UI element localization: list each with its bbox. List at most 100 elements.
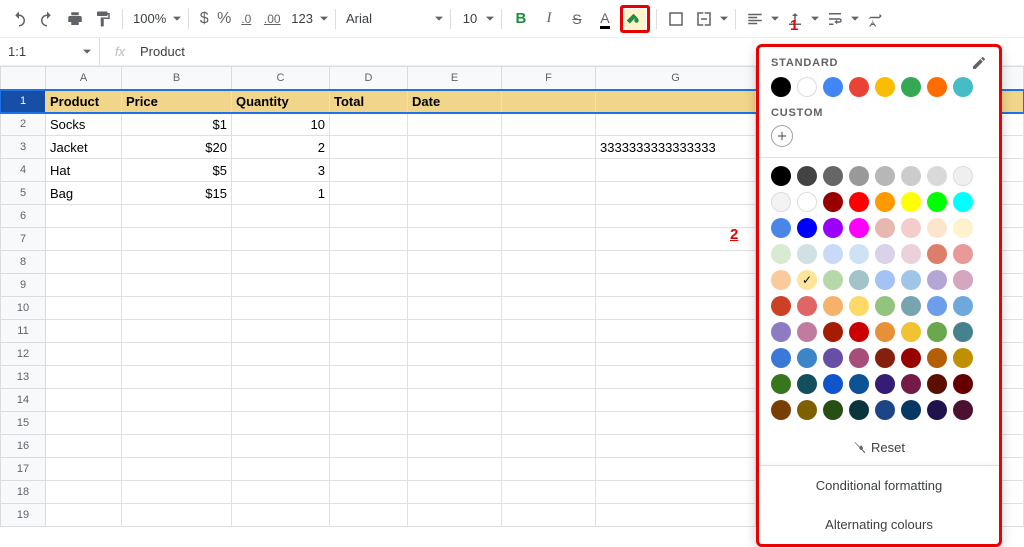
cell[interactable]	[596, 458, 756, 481]
color-swatch[interactable]	[849, 296, 869, 316]
text-wrap-button[interactable]	[822, 6, 848, 32]
cell[interactable]	[408, 389, 502, 412]
bold-button[interactable]: B	[508, 6, 534, 32]
color-swatch[interactable]	[901, 218, 921, 238]
cell[interactable]	[408, 205, 502, 228]
row-header[interactable]: 19	[0, 504, 46, 527]
row-header[interactable]: 7	[0, 228, 46, 251]
cell[interactable]	[232, 504, 330, 527]
borders-button[interactable]	[663, 6, 689, 32]
row-header[interactable]: 18	[0, 481, 46, 504]
cell[interactable]	[502, 458, 596, 481]
color-swatch[interactable]	[901, 192, 921, 212]
color-swatch[interactable]	[953, 374, 973, 394]
color-swatch[interactable]	[901, 374, 921, 394]
color-swatch[interactable]	[927, 218, 947, 238]
row-header[interactable]: 4	[0, 159, 46, 182]
cell[interactable]	[122, 389, 232, 412]
cell[interactable]	[596, 205, 756, 228]
color-swatch[interactable]	[797, 166, 817, 186]
color-swatch[interactable]	[849, 192, 869, 212]
color-swatch[interactable]	[927, 322, 947, 342]
cell[interactable]: 10	[232, 113, 330, 136]
cell[interactable]: Product	[46, 90, 122, 113]
color-swatch[interactable]	[771, 244, 791, 264]
cell[interactable]	[502, 297, 596, 320]
color-swatch[interactable]	[875, 296, 895, 316]
row-header[interactable]: 14	[0, 389, 46, 412]
increase-decimal-button[interactable]: .00	[259, 6, 285, 32]
color-swatch[interactable]	[875, 166, 895, 186]
color-swatch[interactable]	[901, 77, 921, 97]
cell[interactable]	[122, 366, 232, 389]
color-swatch[interactable]	[849, 270, 869, 290]
cell[interactable]: Price	[122, 90, 232, 113]
cell[interactable]: $20	[122, 136, 232, 159]
cell[interactable]: $5	[122, 159, 232, 182]
horizontal-align-button[interactable]	[742, 6, 768, 32]
row-header[interactable]: 12	[0, 343, 46, 366]
color-swatch[interactable]	[875, 374, 895, 394]
cell[interactable]	[408, 343, 502, 366]
percent-button[interactable]: %	[215, 6, 233, 32]
color-swatch[interactable]	[823, 244, 843, 264]
cell[interactable]	[502, 113, 596, 136]
cell[interactable]	[232, 274, 330, 297]
column-header[interactable]: A	[46, 66, 122, 90]
color-swatch[interactable]	[953, 218, 973, 238]
color-swatch[interactable]	[953, 270, 973, 290]
add-custom-color-button[interactable]	[771, 125, 793, 147]
color-swatch[interactable]	[927, 400, 947, 420]
color-swatch[interactable]	[927, 374, 947, 394]
color-swatch[interactable]	[849, 166, 869, 186]
cell[interactable]	[408, 366, 502, 389]
cell[interactable]	[232, 228, 330, 251]
color-swatch[interactable]	[771, 77, 791, 97]
chevron-down-icon[interactable]	[719, 6, 729, 32]
column-header[interactable]: G	[596, 66, 756, 90]
more-formats-button[interactable]: 123	[287, 6, 317, 32]
color-swatch[interactable]	[771, 166, 791, 186]
cell[interactable]	[596, 412, 756, 435]
column-header[interactable]: F	[502, 66, 596, 90]
color-swatch[interactable]	[875, 348, 895, 368]
color-swatch[interactable]	[953, 244, 973, 264]
cell[interactable]	[232, 205, 330, 228]
color-swatch[interactable]	[823, 296, 843, 316]
chevron-down-icon[interactable]	[485, 6, 495, 32]
cell[interactable]	[596, 113, 756, 136]
cell[interactable]: 3	[232, 159, 330, 182]
color-swatch[interactable]	[771, 192, 791, 212]
cell[interactable]	[408, 481, 502, 504]
cell[interactable]	[408, 113, 502, 136]
color-swatch[interactable]	[771, 296, 791, 316]
cell[interactable]	[596, 274, 756, 297]
chevron-down-icon[interactable]	[810, 6, 820, 32]
cell[interactable]	[330, 343, 408, 366]
color-swatch[interactable]	[901, 296, 921, 316]
cell[interactable]	[596, 389, 756, 412]
edit-icon[interactable]	[971, 55, 987, 71]
color-swatch[interactable]	[849, 77, 869, 97]
cell[interactable]	[408, 504, 502, 527]
print-button[interactable]	[62, 6, 88, 32]
cell[interactable]: 3333333333333333	[596, 136, 756, 159]
cell[interactable]	[502, 251, 596, 274]
cell[interactable]	[46, 251, 122, 274]
cell[interactable]	[408, 251, 502, 274]
cell[interactable]: Socks	[46, 113, 122, 136]
cell[interactable]	[330, 228, 408, 251]
cell[interactable]	[122, 412, 232, 435]
cell[interactable]	[330, 481, 408, 504]
cell[interactable]	[330, 113, 408, 136]
color-swatch[interactable]	[823, 192, 843, 212]
cell[interactable]	[330, 504, 408, 527]
redo-button[interactable]	[34, 6, 60, 32]
cell[interactable]	[232, 435, 330, 458]
row-header[interactable]: 3	[0, 136, 46, 159]
cell[interactable]	[330, 366, 408, 389]
cell[interactable]	[46, 274, 122, 297]
color-swatch[interactable]	[823, 218, 843, 238]
color-swatch[interactable]	[953, 400, 973, 420]
cell[interactable]	[330, 205, 408, 228]
